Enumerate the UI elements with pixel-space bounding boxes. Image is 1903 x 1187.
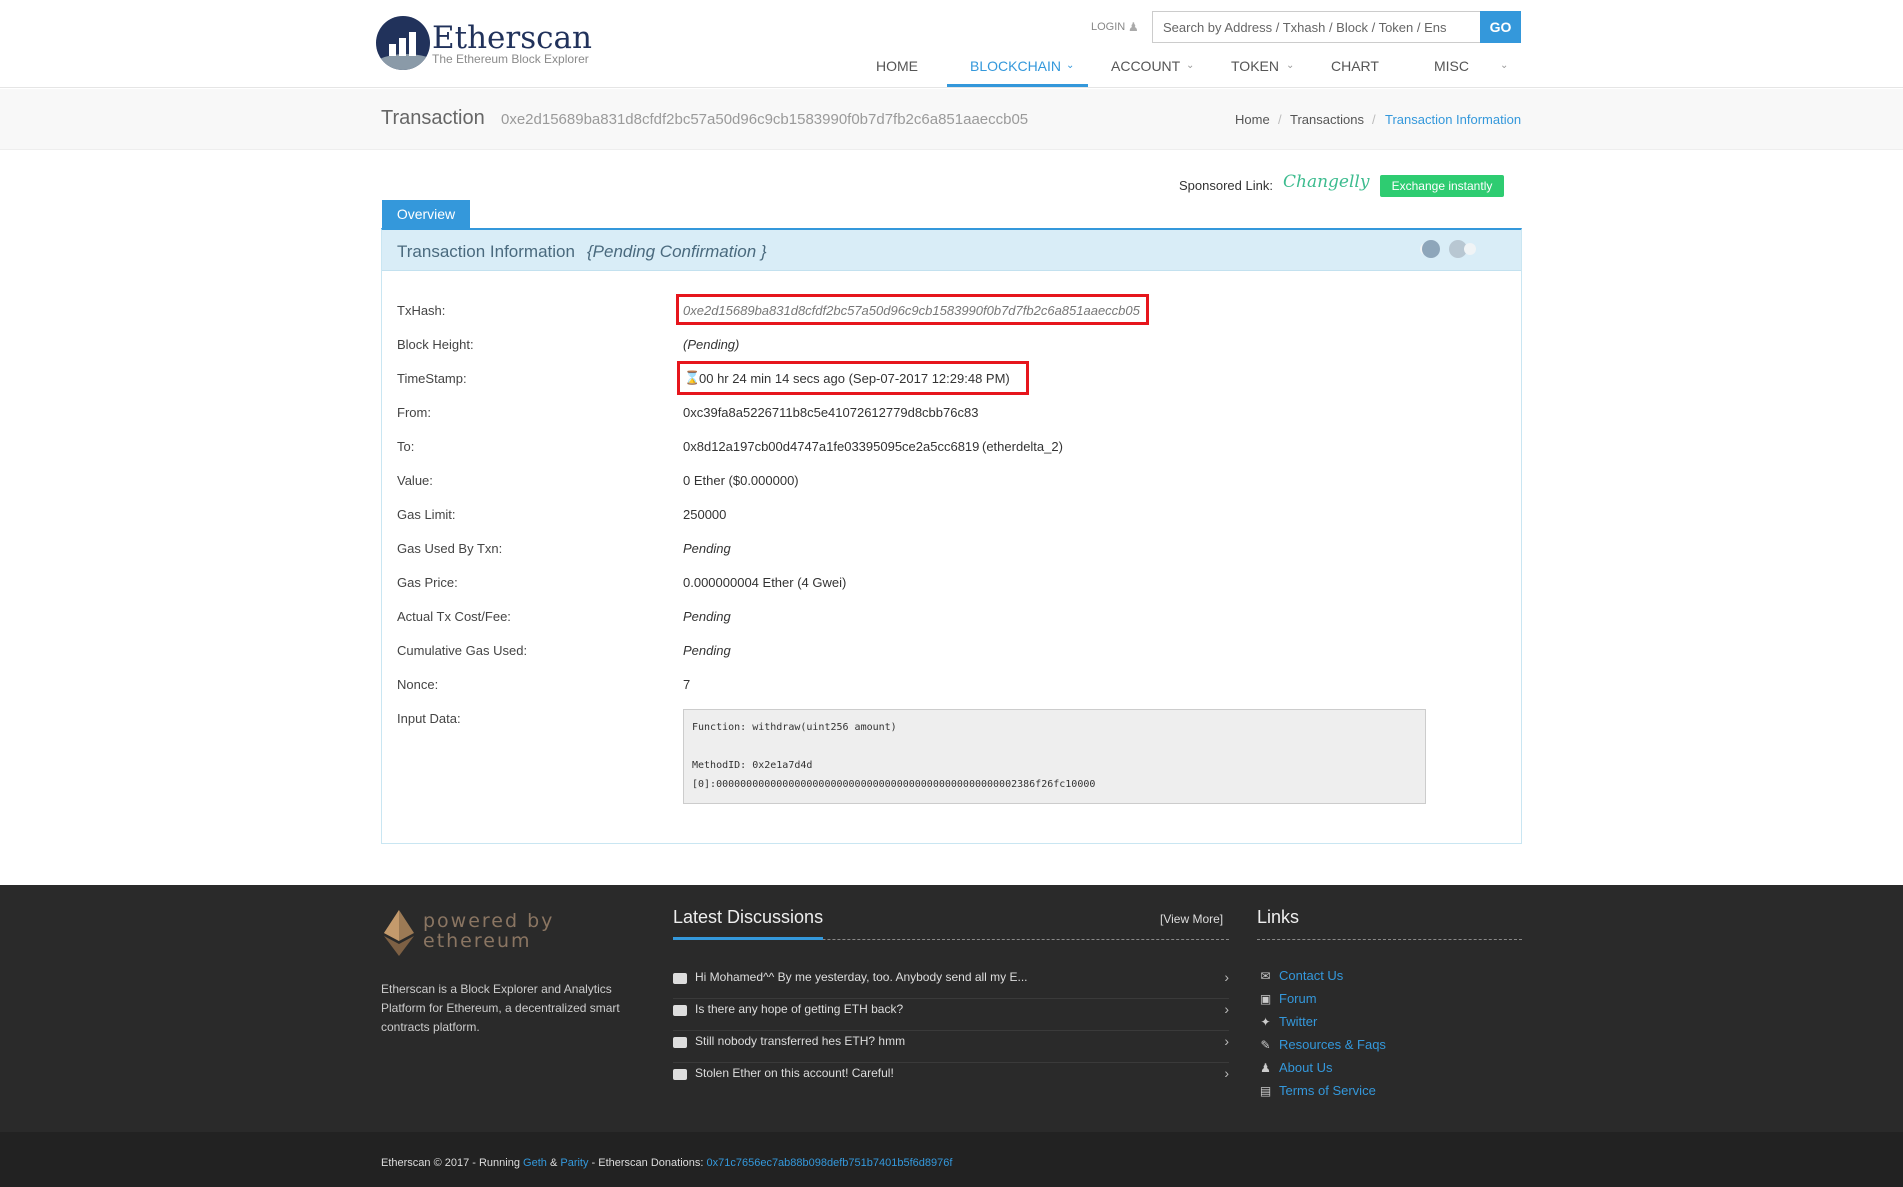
login-link[interactable]: LOGIN	[1091, 21, 1125, 33]
search-go-button[interactable]: GO	[1480, 11, 1521, 43]
discussion-item[interactable]: Stolen Ether on this account! Careful! ›	[673, 1063, 1229, 1095]
page-title-hash: 0xe2d15689ba831d8cfdf2bc57a50d96c9cb1583…	[501, 111, 1029, 128]
powered-by-ethereum: powered by ethereum	[423, 910, 555, 952]
changelly-logo[interactable]: Changelly	[1283, 172, 1369, 192]
chevron-down-icon: ⌄	[1500, 60, 1509, 71]
block-height-label: Block Height:	[397, 337, 474, 352]
discussion-item[interactable]: Is there any hope of getting ETH back? ›	[673, 999, 1229, 1031]
txhash-label: TxHash:	[397, 303, 446, 318]
block-height-value: (Pending)	[683, 337, 740, 352]
comment-icon	[673, 1037, 687, 1048]
nav-account[interactable]: ACCOUNT	[1111, 58, 1180, 74]
spinner-icon: ⌛	[684, 370, 701, 385]
geth-link[interactable]: Geth	[523, 1157, 547, 1169]
cumulative-gas-label: Cumulative Gas Used:	[397, 643, 528, 658]
to-label: To:	[397, 439, 415, 454]
discussion-item[interactable]: Still nobody transferred hes ETH? hmm ›	[673, 1031, 1229, 1063]
chevron-right-icon: ›	[1224, 969, 1229, 985]
chevron-down-icon: ⌄	[1186, 60, 1195, 71]
txhash-value: 0xe2d15689ba831d8cfdf2bc57a50d96c9cb1583…	[683, 303, 1140, 318]
twitter-icon: ✦	[1260, 1015, 1271, 1029]
comment-icon	[673, 973, 687, 984]
discussions-accent	[673, 937, 823, 940]
nav-home[interactable]: HOME	[876, 58, 918, 74]
gas-used-value: Pending	[683, 541, 731, 556]
nonce-label: Nonce:	[397, 677, 439, 692]
etherscan-logo-icon[interactable]	[376, 16, 430, 70]
ethereum-logo-icon	[384, 910, 414, 956]
input-data-textarea[interactable]: Function: withdraw(uint256 amount) Metho…	[683, 709, 1426, 804]
gas-limit-label: Gas Limit:	[397, 507, 456, 522]
logo-title[interactable]: Etherscan	[432, 20, 592, 56]
chevron-right-icon: ›	[1224, 1001, 1229, 1017]
panel-title: Transaction Information	[397, 242, 575, 261]
value-label: Value:	[397, 473, 433, 488]
comment-icon	[673, 1005, 687, 1016]
search-input[interactable]	[1152, 11, 1480, 43]
nav-active-indicator	[947, 84, 1088, 87]
gas-limit-value: 250000	[683, 507, 727, 522]
exchange-instantly-button[interactable]: Exchange instantly	[1380, 175, 1504, 197]
nav-blockchain[interactable]: BLOCKCHAIN	[970, 58, 1061, 74]
comment-icon: ▣	[1259, 992, 1272, 1006]
nav-misc[interactable]: MISC	[1434, 58, 1469, 74]
comment-icon	[673, 1069, 687, 1080]
logo-tagline: The Ethereum Block Explorer	[432, 52, 589, 66]
footer-about-text: Etherscan is a Block Explorer and Analyt…	[381, 982, 620, 1034]
timestamp-label: TimeStamp:	[397, 371, 467, 386]
copyright-line: Etherscan © 2017 - Running Geth & Parity…	[381, 1157, 953, 1169]
from-address-link[interactable]: 0xc39fa8a5226711b8c5e41072612779d8cbb76c…	[683, 405, 978, 420]
nonce-value: 7	[683, 677, 691, 692]
carousel-dot-active[interactable]	[1422, 240, 1440, 258]
parity-link[interactable]: Parity	[560, 1157, 588, 1169]
timestamp-value: 00 hr 24 min 14 secs ago (Sep-07-2017 12…	[699, 371, 1010, 386]
breadcrumb-separator: /	[1372, 112, 1376, 127]
discussion-item[interactable]: Hi Mohamed^^ By me yesterday, too. Anybo…	[673, 967, 1229, 999]
donations-address-link[interactable]: 0x71c7656ec7ab88b098defb751b7401b5f6d897…	[707, 1157, 953, 1169]
value-value: 0 Ether ($0.000000)	[683, 473, 799, 488]
chevron-right-icon: ›	[1224, 1033, 1229, 1049]
site-header	[0, 0, 1903, 88]
users-icon: ♟	[1260, 1061, 1271, 1075]
links-underline	[1257, 939, 1522, 940]
document-icon: ▤	[1259, 1084, 1272, 1098]
envelope-icon: ✉	[1260, 969, 1271, 983]
from-label: From:	[397, 405, 431, 420]
to-address-link[interactable]: 0x8d12a197cb00d4747a1fe03395095ce2a5cc68…	[683, 439, 979, 454]
chevron-down-icon: ⌄	[1066, 60, 1075, 71]
nav-chart[interactable]: CHART	[1331, 58, 1379, 74]
edit-icon: ✎	[1260, 1038, 1271, 1052]
breadcrumb-separator: /	[1278, 112, 1282, 127]
gas-used-label: Gas Used By Txn:	[397, 541, 503, 556]
tab-overview[interactable]: Overview	[382, 200, 470, 229]
pending-status: {Pending Confirmation }	[587, 242, 767, 261]
view-more-link[interactable]: [View More]	[1160, 912, 1223, 926]
breadcrumb-transactions[interactable]: Transactions	[1290, 112, 1364, 127]
chevron-down-icon: ⌄	[1286, 60, 1295, 71]
discussions-heading: Latest Discussions	[673, 907, 824, 927]
page-title: Transaction	[381, 107, 485, 129]
chevron-right-icon: ›	[1224, 1065, 1229, 1081]
sponsored-label: Sponsored Link:	[1179, 178, 1273, 193]
nav-token[interactable]: TOKEN	[1231, 58, 1279, 74]
to-address-name: (etherdelta_2)	[982, 439, 1063, 454]
user-icon[interactable]: ♟	[1128, 20, 1139, 34]
carousel-dot[interactable]	[1464, 243, 1476, 255]
tx-cost-label: Actual Tx Cost/Fee:	[397, 609, 511, 624]
tx-cost-value: Pending	[683, 609, 731, 624]
gas-price-value: 0.000000004 Ether (4 Gwei)	[683, 575, 847, 590]
breadcrumb-current: Transaction Information	[1385, 112, 1522, 127]
input-data-label: Input Data:	[397, 711, 461, 726]
gas-price-label: Gas Price:	[397, 575, 458, 590]
breadcrumb-home[interactable]: Home	[1235, 112, 1270, 127]
links-heading: Links	[1257, 907, 1300, 927]
cumulative-gas-value: Pending	[683, 643, 731, 658]
